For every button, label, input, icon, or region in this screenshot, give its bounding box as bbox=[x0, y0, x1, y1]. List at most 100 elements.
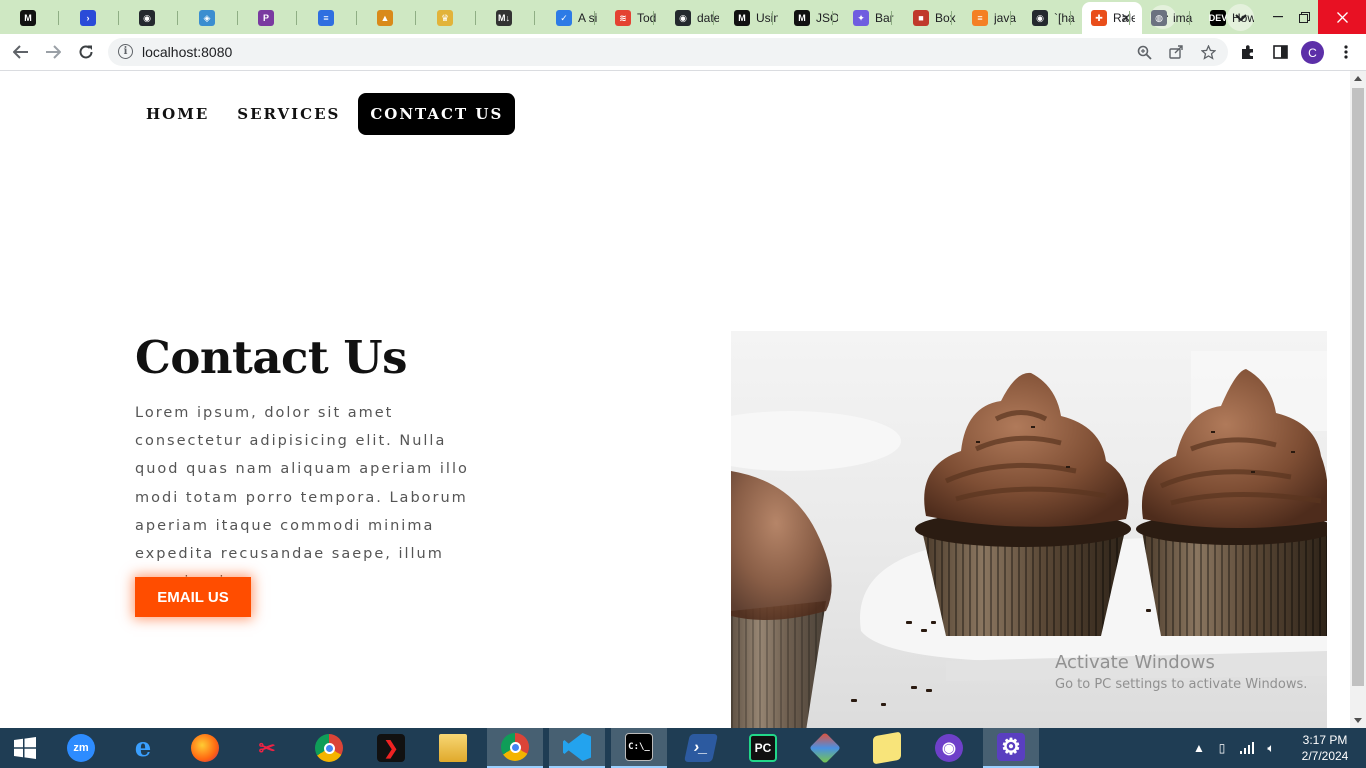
network-icon[interactable] bbox=[1238, 728, 1256, 768]
taskbar-zoom[interactable]: zm bbox=[53, 728, 109, 768]
browser-toolbar: i localhost:8080 C bbox=[0, 34, 1366, 71]
taskbar-terminal[interactable]: C:\_ bbox=[611, 728, 667, 768]
tab-separator bbox=[1010, 11, 1011, 25]
tab-title: `[ha bbox=[1054, 11, 1075, 25]
tab-separator bbox=[58, 11, 59, 25]
nav-services[interactable]: SERVICES bbox=[227, 94, 350, 134]
tab-title: ima bbox=[1173, 11, 1193, 25]
browser-tab[interactable]: ♛ bbox=[429, 4, 465, 32]
taskbar-sticky-notes[interactable] bbox=[859, 728, 915, 768]
browser-tab[interactable]: M Usin bbox=[726, 4, 782, 32]
site-nav: HOME SERVICES CONTACT US bbox=[136, 93, 523, 135]
browser-tab[interactable]: ✦ Bar bbox=[845, 4, 901, 32]
back-button[interactable] bbox=[8, 40, 34, 64]
browser-tab[interactable]: M JSO bbox=[786, 4, 842, 32]
browser-tab[interactable]: ✓ A si bbox=[548, 4, 604, 32]
taskbar-git[interactable] bbox=[797, 728, 853, 768]
share-icon[interactable] bbox=[1167, 43, 1185, 61]
taskbar-chrome[interactable] bbox=[301, 728, 357, 768]
tray-show-hidden-icon[interactable]: ▲ bbox=[1192, 728, 1206, 768]
tab-title: Box bbox=[935, 11, 956, 25]
taskbar-vscode[interactable] bbox=[549, 728, 605, 768]
extensions-icon[interactable] bbox=[1238, 42, 1258, 62]
browser-tab[interactable]: P bbox=[250, 4, 286, 32]
browser-tab[interactable]: ▲ bbox=[369, 4, 405, 32]
start-button[interactable] bbox=[0, 728, 50, 768]
volume-icon[interactable]: 🔈︎ bbox=[1262, 728, 1280, 768]
browser-tab[interactable]: DEV How bbox=[1202, 4, 1258, 32]
reload-icon bbox=[79, 45, 93, 59]
tab-separator bbox=[296, 11, 297, 25]
taskbar-settings[interactable]: ⚙ bbox=[983, 728, 1039, 768]
browser-tab[interactable]: M↓ bbox=[488, 4, 524, 32]
folder-icon bbox=[439, 734, 467, 762]
podcast-icon: P bbox=[258, 10, 274, 26]
taskbar-pycharm[interactable]: PC bbox=[735, 728, 791, 768]
page-title: Contact Us bbox=[135, 331, 407, 384]
taskbar-powershell[interactable]: ›_ bbox=[673, 728, 729, 768]
email-us-button[interactable]: EMAIL US bbox=[135, 577, 251, 617]
reload-button[interactable] bbox=[73, 40, 99, 64]
tab-title: A si bbox=[578, 11, 598, 25]
git-icon bbox=[809, 732, 841, 764]
close-window-button[interactable] bbox=[1318, 0, 1366, 34]
side-panel-icon[interactable] bbox=[1270, 42, 1290, 62]
todoist-icon: ≋ bbox=[615, 10, 631, 26]
browser-tab[interactable]: ◈ bbox=[191, 4, 227, 32]
browser-tab[interactable]: ≡ java bbox=[964, 4, 1020, 32]
zoom-icon[interactable] bbox=[1135, 43, 1153, 61]
tab-title: JSO bbox=[816, 11, 838, 25]
browser-tab[interactable]: ◍ ima bbox=[1143, 4, 1199, 32]
browser-tab[interactable]: ◉ `[ha bbox=[1024, 4, 1080, 32]
tab-separator bbox=[1070, 11, 1071, 25]
activation-watermark-title: Activate Windows bbox=[1055, 652, 1215, 673]
profile-avatar[interactable]: C bbox=[1301, 41, 1324, 64]
taskbar-internet-explorer[interactable]: e bbox=[115, 728, 171, 768]
tab-separator bbox=[832, 11, 833, 25]
clock-time: 3:17 PM bbox=[1302, 733, 1348, 747]
medium-icon: M bbox=[794, 10, 810, 26]
browser-tab[interactable]: ◉ bbox=[131, 4, 167, 32]
system-clock[interactable]: 3:17 PM 2/7/2024 bbox=[1290, 732, 1360, 764]
browser-tab[interactable]: ≡ bbox=[310, 4, 346, 32]
scroll-up-icon[interactable] bbox=[1354, 76, 1362, 81]
windows-logo-icon bbox=[14, 737, 36, 759]
browser-tab[interactable]: ■ Box bbox=[905, 4, 961, 32]
nav-home[interactable]: HOME bbox=[136, 94, 219, 134]
tab-separator bbox=[951, 11, 952, 25]
tab-separator bbox=[653, 11, 654, 25]
contact-description: Lorem ipsum, dolor sit amet consectetur … bbox=[135, 405, 469, 590]
metatrader-icon: ❯ bbox=[377, 734, 405, 762]
address-bar[interactable]: i localhost:8080 bbox=[108, 38, 1228, 66]
taskbar-chrome-profile[interactable] bbox=[487, 728, 543, 768]
bookmark-star-icon[interactable] bbox=[1199, 43, 1217, 61]
page-scrollbar[interactable] bbox=[1350, 71, 1366, 728]
tab-separator bbox=[118, 11, 119, 25]
scrollbar-thumb[interactable] bbox=[1352, 88, 1364, 686]
browser-tab[interactable]: M bbox=[12, 4, 48, 32]
tab-title: date bbox=[697, 11, 719, 25]
menu-kebab-icon[interactable] bbox=[1336, 42, 1356, 62]
battery-icon[interactable]: ▯ bbox=[1214, 728, 1230, 768]
taskbar-github-desktop[interactable]: ◉ bbox=[921, 728, 977, 768]
scroll-down-icon[interactable] bbox=[1354, 718, 1362, 723]
nav-contact[interactable]: CONTACT US bbox=[358, 93, 516, 135]
browser-tab[interactable]: ≋ Tod bbox=[607, 4, 663, 32]
cupcakes-image bbox=[731, 331, 1327, 728]
site-info-icon[interactable]: i bbox=[118, 44, 133, 59]
box-icon: ■ bbox=[913, 10, 929, 26]
github-icon: ◉ bbox=[139, 10, 155, 26]
browser-tab[interactable]: ✚ Rale bbox=[1083, 4, 1139, 32]
taskbar-metatrader[interactable]: ❯ bbox=[363, 728, 419, 768]
tab-separator bbox=[177, 11, 178, 25]
chrome-extension-icon: ◈ bbox=[199, 10, 215, 26]
url-text[interactable]: localhost:8080 bbox=[142, 44, 232, 60]
tab-separator bbox=[415, 11, 416, 25]
browser-tab[interactable]: ◉ date bbox=[667, 4, 723, 32]
taskbar-firefox[interactable] bbox=[177, 728, 233, 768]
taskbar-file-explorer[interactable] bbox=[425, 728, 481, 768]
forward-button[interactable] bbox=[40, 40, 66, 64]
taskbar-snipping-tool[interactable]: ✂ bbox=[239, 728, 295, 768]
restore-icon bbox=[1298, 11, 1310, 23]
browser-tab[interactable]: › bbox=[72, 4, 108, 32]
